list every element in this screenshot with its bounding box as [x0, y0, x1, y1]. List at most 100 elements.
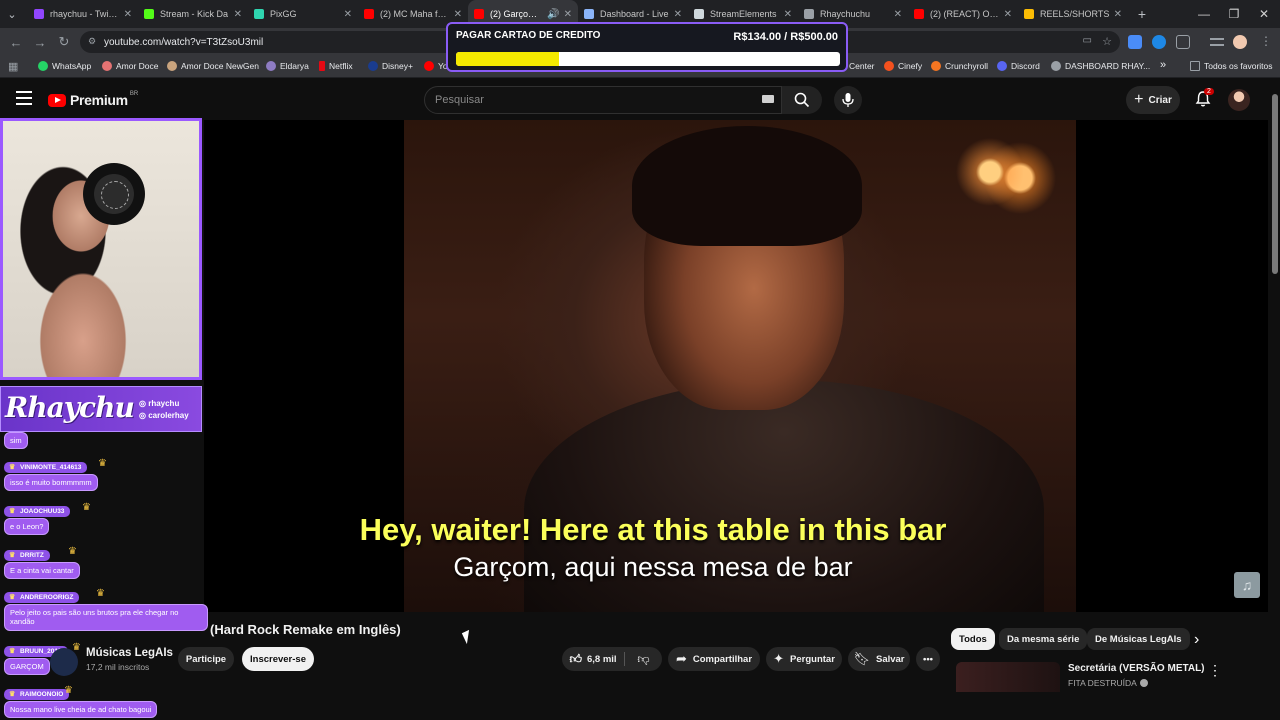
close-icon[interactable]: ✕ — [1114, 9, 1122, 20]
new-tab-button[interactable]: + — [1128, 2, 1156, 26]
bookmark-item[interactable]: Discord — [997, 61, 1040, 71]
site-info-icon[interactable]: ⚙ — [88, 36, 96, 47]
bookmark-item[interactable]: Crunchyroll — [931, 61, 988, 71]
bookmark-star-icon[interactable]: ☆ — [1102, 35, 1112, 48]
scrollbar-thumb[interactable] — [1272, 94, 1278, 274]
more-actions-button[interactable]: ••• — [916, 647, 940, 671]
close-icon[interactable]: ✕ — [674, 9, 682, 20]
donation-progress-fill — [456, 52, 559, 66]
media-controls-icon[interactable] — [1210, 38, 1224, 46]
bookmark-item[interactable]: Cinefy — [884, 61, 922, 71]
streamer-banner: Rhaychu ◎ rhaychu ◎ carolerhay — [0, 386, 202, 432]
mouse-cursor-icon — [461, 629, 475, 645]
recommendation-channel[interactable]: FITA DESTRUÍDA — [1068, 678, 1148, 688]
tab-favicon-icon — [254, 9, 264, 19]
search-input[interactable]: Pesquisar — [424, 86, 782, 114]
more-bookmarks-icon[interactable]: » — [1160, 59, 1166, 71]
recommendation-thumbnail[interactable] — [956, 662, 1060, 692]
channel-name[interactable]: Músicas LegAIs — [86, 647, 173, 659]
tab-label: (2) Garçom - I — [490, 9, 544, 19]
close-icon[interactable]: ✕ — [564, 9, 572, 20]
bookmark-favicon-icon — [167, 61, 177, 71]
youtube-play-icon — [48, 93, 66, 107]
apps-icon[interactable]: ▦ — [8, 60, 18, 73]
search-button[interactable] — [782, 86, 822, 114]
bookmark-item[interactable]: DASHBOARD RHAY... — [1051, 61, 1150, 71]
restore-icon[interactable]: ❐ — [1218, 0, 1250, 28]
speaker-icon[interactable]: 🔊 — [547, 9, 559, 20]
account-avatar[interactable] — [1228, 89, 1250, 111]
browser-tab[interactable]: Stream - Kick Da ✕ — [138, 0, 248, 28]
close-icon[interactable]: ✕ — [894, 9, 902, 20]
browser-tab[interactable]: REELS/SHORTS ✕ — [1018, 0, 1128, 28]
tab-search-button[interactable]: ⌄ — [0, 2, 24, 26]
youtube-logo[interactable]: Premium BR — [48, 91, 138, 108]
bookmark-item[interactable]: Center — [849, 61, 875, 71]
filter-chip-channel[interactable]: De Músicas LegAIs — [1087, 628, 1190, 650]
menu-icon[interactable] — [16, 91, 32, 105]
bookmark-item[interactable]: Eldarya — [266, 61, 309, 71]
bookmark-favicon-icon — [884, 61, 894, 71]
close-icon[interactable]: ✕ — [454, 9, 462, 20]
bookmark-item[interactable]: Disney+ — [368, 61, 413, 71]
all-bookmarks-folder[interactable]: Todos os favoritos — [1190, 61, 1273, 71]
ask-button[interactable]: ✦ Perguntar — [766, 647, 842, 671]
join-button[interactable]: Participe — [178, 647, 234, 671]
subtitle-english: Hey, waiter! Here at this table in this … — [359, 512, 947, 547]
channel-avatar[interactable] — [50, 648, 78, 676]
puzzle-icon[interactable] — [1176, 35, 1190, 49]
recommendation-title[interactable]: Secretária (VERSÃO METAL) — [1068, 663, 1205, 674]
create-button[interactable]: + Criar — [1126, 86, 1180, 114]
reload-icon[interactable]: ↻ — [52, 30, 76, 54]
crown-icon: ♛ — [98, 458, 107, 469]
channel-watermark-icon[interactable]: ♫ — [1234, 572, 1260, 598]
extension-icon[interactable] — [1128, 35, 1142, 49]
page-scrollbar[interactable] — [1270, 80, 1280, 720]
share-label: Compartilhar — [692, 653, 753, 665]
profile-icon[interactable] — [1233, 35, 1247, 49]
minimize-icon[interactable]: — — [1188, 0, 1220, 28]
browser-tab[interactable]: rhaychuu - Twitch ✕ — [28, 0, 138, 28]
filter-chip-all[interactable]: Todos — [951, 628, 995, 650]
bookmark-item[interactable]: Yo — [424, 61, 448, 71]
donation-goal-amount: R$134.00 / R$500.00 — [733, 31, 838, 43]
share-icon: ➦ — [675, 651, 687, 666]
notifications-button[interactable]: 2 — [1194, 88, 1214, 110]
tab-favicon-icon — [584, 9, 594, 19]
close-icon[interactable]: ✕ — [124, 9, 132, 20]
streamer-brand-name: Rhaychu — [5, 391, 135, 424]
subscribe-button[interactable]: Inscrever-se — [242, 647, 314, 671]
bookmark-item[interactable]: Amor Doce NewGen — [167, 61, 259, 71]
extension-icon[interactable] — [1152, 35, 1166, 49]
cast-icon[interactable]: ▭ — [1083, 35, 1092, 46]
chat-message-text: Nossa mano live cheia de ad chato bagoui — [4, 701, 158, 719]
dislike-button[interactable]: 👎︎ — [625, 647, 662, 671]
browser-tab[interactable]: PixGG ✕ — [248, 0, 358, 28]
bookmark-label: Netflix — [329, 61, 353, 71]
folder-icon — [1190, 61, 1200, 71]
close-icon[interactable]: ✕ — [234, 9, 242, 20]
forward-icon[interactable]: → — [28, 30, 52, 54]
close-icon[interactable]: ✕ — [1004, 9, 1012, 20]
browser-tab[interactable]: (2) (REACT) O qu ✕ — [908, 0, 1018, 28]
save-button[interactable]: 🔖︎ Salvar — [848, 647, 910, 671]
bookmark-item[interactable]: WhatsApp — [38, 61, 91, 71]
tab-favicon-icon — [804, 9, 814, 19]
voice-search-button[interactable] — [834, 86, 862, 114]
filter-chip-same-series[interactable]: Da mesma série — [999, 628, 1088, 650]
browser-menu-icon[interactable]: ⋮ — [1260, 34, 1272, 48]
recommendation-menu-icon[interactable]: ⋮ — [1208, 662, 1222, 679]
chevron-right-icon[interactable]: › — [1194, 632, 1210, 648]
channel-subscriber-count: 17,2 mil inscritos — [86, 662, 150, 672]
close-icon[interactable]: ✕ — [784, 9, 792, 20]
chat-message-text: GARÇOM — [4, 658, 50, 676]
like-button[interactable]: 👍︎ 6,8 mil — [562, 647, 624, 671]
share-button[interactable]: ➦ Compartilhar — [668, 647, 760, 671]
bookmark-item[interactable]: Amor Doce — [102, 61, 159, 71]
back-icon[interactable]: ← — [4, 30, 28, 54]
bookmark-item[interactable]: Netflix — [319, 61, 353, 71]
video-player[interactable]: Hey, waiter! Here at this table in this … — [204, 120, 1268, 612]
close-icon[interactable]: ✕ — [344, 9, 352, 20]
keyboard-icon[interactable] — [762, 95, 774, 103]
window-close-icon[interactable]: ✕ — [1248, 0, 1280, 28]
